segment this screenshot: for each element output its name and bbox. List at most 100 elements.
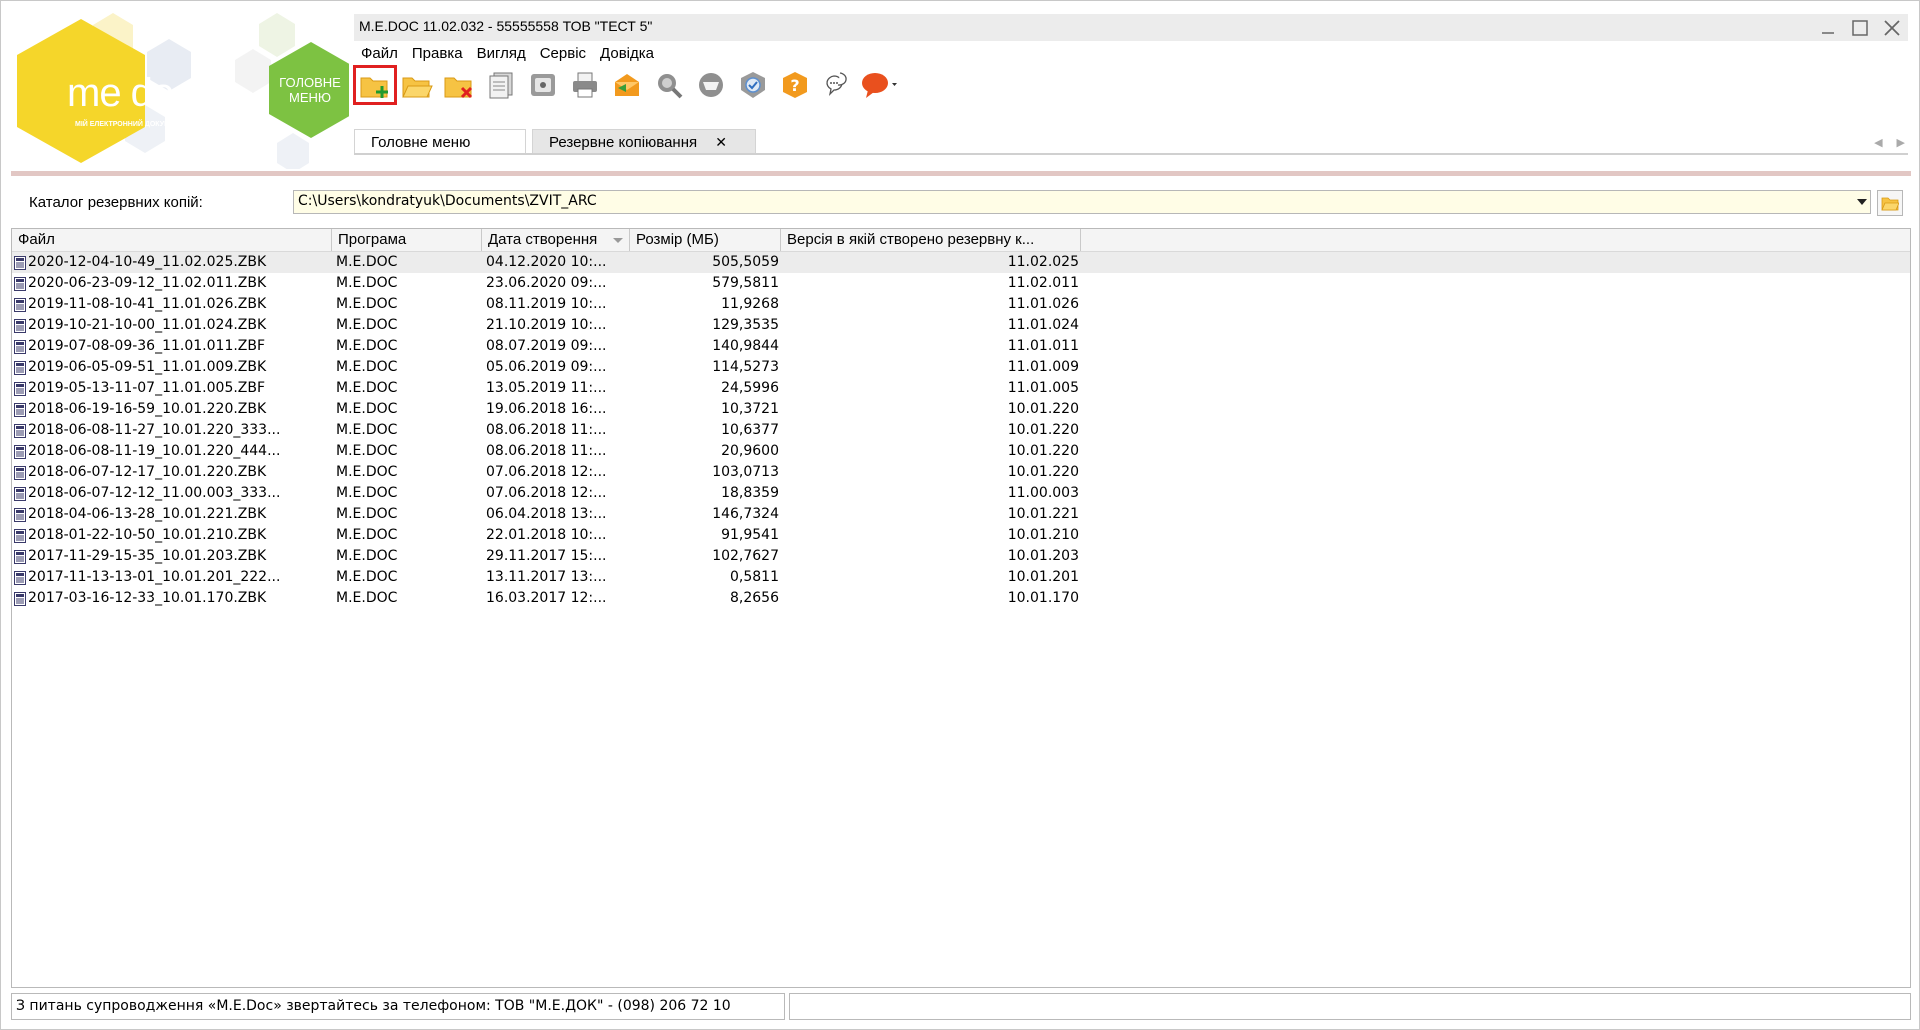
cell-file-name: 2017-03-16-12-33_10.01.170.ZBK — [28, 590, 267, 606]
cell-file-name: 2018-06-08-11-19_10.01.220_444... — [28, 443, 281, 459]
cell-size: 579,5811 — [712, 275, 779, 291]
home-menu-button[interactable]: ГОЛОВНЕ МЕНЮ — [275, 75, 345, 105]
backup-table: Файл Програма Дата створення Розмір (МБ)… — [11, 228, 1911, 988]
archive-button[interactable] — [522, 66, 564, 104]
table-row[interactable]: 2018-06-19-16-59_10.01.220.ZBK M.E.DOC 19.… — [12, 399, 1910, 420]
cell-file-name: 2017-11-29-15-35_10.01.203.ZBK — [28, 548, 267, 564]
tab-close-icon[interactable]: ✕ — [715, 134, 727, 150]
table-row[interactable]: 2019-11-08-10-41_11.01.026.ZBK M.E.DOC 08.… — [12, 294, 1910, 315]
support-button[interactable] — [816, 66, 858, 104]
table-row[interactable]: 2019-07-08-09-36_11.01.011.ZBF M.E.DOC 08.… — [12, 336, 1910, 357]
close-window-button[interactable] — [1880, 16, 1904, 40]
cell-program: M.E.DOC — [336, 401, 398, 417]
table-row[interactable]: 2017-03-16-12-33_10.01.170.ZBK M.E.DOC 16.… — [12, 588, 1910, 609]
menu-file[interactable]: Файл — [354, 43, 405, 65]
cell-version: 10.01.220 — [1007, 443, 1079, 459]
cell-date: 07.06.2018 12:... — [486, 485, 607, 501]
table-row[interactable]: 2020-12-04-10-49_11.02.025.ZBK M.E.DOC 04.… — [12, 252, 1910, 273]
delete-backup-button[interactable] — [438, 66, 480, 104]
search-key-icon — [658, 74, 683, 99]
open-backup-button[interactable] — [396, 66, 438, 104]
cell-file: 2020-06-23-09-12_11.02.011.ZBK — [12, 273, 332, 294]
minimize-button[interactable] — [1816, 16, 1840, 40]
cell-size: 10,6377 — [721, 422, 779, 438]
menu-help[interactable]: Довідка — [593, 43, 661, 65]
cell-version: 11.01.009 — [1007, 359, 1079, 375]
table-row[interactable]: 2019-10-21-10-00_11.01.024.ZBK M.E.DOC 21.… — [12, 315, 1910, 336]
column-header-date[interactable]: Дата створення — [482, 229, 630, 251]
cell-file: 2018-06-19-16-59_10.01.220.ZBK — [12, 399, 332, 420]
documents-icon — [489, 72, 513, 99]
minimize-icon — [1822, 31, 1834, 34]
tab-backup[interactable]: Резервне копіювання ✕ — [532, 129, 756, 154]
cell-file: 2020-12-04-10-49_11.02.025.ZBK — [12, 252, 332, 273]
cell-program: M.E.DOC — [336, 443, 398, 459]
cell-program: M.E.DOC — [336, 590, 398, 606]
backup-file-icon — [14, 507, 26, 522]
cell-file: 2017-11-29-15-35_10.01.203.ZBK — [12, 546, 332, 567]
cell-date: 13.05.2019 11:... — [486, 380, 607, 396]
status-secondary — [789, 993, 1911, 1020]
table-row[interactable]: 2019-05-13-11-07_11.01.005.ZBF M.E.DOC 13.… — [12, 378, 1910, 399]
table-row[interactable]: 2017-11-13-13-01_10.01.201_222... M.E.DOC… — [12, 567, 1910, 588]
cell-version: 11.02.011 — [1007, 275, 1079, 291]
svg-text:?: ? — [790, 76, 799, 95]
table-row[interactable]: 2020-06-23-09-12_11.02.011.ZBK M.E.DOC 23.… — [12, 273, 1910, 294]
column-header-version[interactable]: Версія в якій створено резервну к... — [781, 229, 1081, 251]
tab-scroll-left-icon[interactable]: ◀ — [1874, 136, 1882, 149]
chat-dropdown-button[interactable] — [858, 66, 900, 104]
cell-program: M.E.DOC — [336, 527, 398, 543]
table-row[interactable]: 2018-06-08-11-19_10.01.220_444... M.E.DOC… — [12, 441, 1910, 462]
catalog-path-field[interactable]: C:\Users\kondratyuk\Documents\ZVIT_ARC — [293, 190, 1871, 214]
cell-program: M.E.DOC — [336, 464, 398, 480]
send-button[interactable] — [606, 66, 648, 104]
table-row[interactable]: 2018-04-06-13-28_10.01.221.ZBK M.E.DOC 06.… — [12, 504, 1910, 525]
cell-file: 2019-06-05-09-51_11.01.009.ZBK — [12, 357, 332, 378]
tab-main-menu[interactable]: Головне меню — [354, 129, 526, 154]
menu-edit[interactable]: Правка — [405, 43, 470, 65]
menu-service[interactable]: Сервіс — [533, 43, 593, 65]
cell-date: 07.06.2018 12:... — [486, 464, 607, 480]
cell-size: 103,0713 — [712, 464, 779, 480]
cell-size: 129,3535 — [712, 317, 779, 333]
catalog-dropdown-button[interactable] — [1853, 191, 1871, 213]
column-header-file[interactable]: Файл — [12, 229, 332, 251]
table-row[interactable]: 2017-11-29-15-35_10.01.203.ZBK M.E.DOC 29.… — [12, 546, 1910, 567]
create-backup-button[interactable] — [353, 65, 397, 105]
backup-file-icon — [14, 549, 26, 564]
cell-version: 10.01.220 — [1007, 464, 1079, 480]
documents-button[interactable] — [480, 66, 522, 104]
maximize-button[interactable] — [1848, 16, 1872, 40]
cell-program: M.E.DOC — [336, 296, 398, 312]
cell-file-name: 2018-06-07-12-17_10.01.220.ZBK — [28, 464, 267, 480]
menu-view[interactable]: Вигляд — [470, 43, 533, 65]
logo-area: me doc МІЙ ЕЛЕКТРОННИЙ ДОКУМЕНТ ГОЛОВНЕ … — [9, 9, 349, 169]
column-header-program[interactable]: Програма — [332, 229, 482, 251]
cell-size: 8,2656 — [730, 590, 779, 606]
table-row[interactable]: 2019-06-05-09-51_11.01.009.ZBK M.E.DOC 05.… — [12, 357, 1910, 378]
help-button[interactable]: ? — [774, 66, 816, 104]
security-button[interactable] — [732, 66, 774, 104]
print-button[interactable] — [564, 66, 606, 104]
cell-version: 10.01.221 — [1007, 506, 1079, 522]
table-row[interactable]: 2018-06-08-11-27_10.01.220_333... M.E.DOC… — [12, 420, 1910, 441]
cell-file: 2019-07-08-09-36_11.01.011.ZBF — [12, 336, 332, 357]
speech-bubble-icon — [862, 73, 897, 98]
column-header-date-label: Дата створення — [488, 231, 598, 248]
tab-scroll-right-icon[interactable]: ▶ — [1897, 136, 1905, 149]
catalog-browse-button[interactable] — [1877, 190, 1903, 216]
archive-box-icon — [531, 74, 555, 96]
table-row[interactable]: 2018-06-07-12-17_10.01.220.ZBK M.E.DOC 07.… — [12, 462, 1910, 483]
backup-file-icon — [14, 444, 26, 459]
app-window: me doc МІЙ ЕЛЕКТРОННИЙ ДОКУМЕНТ ГОЛОВНЕ … — [0, 0, 1920, 1030]
inbox-button[interactable] — [690, 66, 732, 104]
column-header-size[interactable]: Розмір (МБ) — [630, 229, 781, 251]
table-row[interactable]: 2018-06-07-12-12_11.00.003_333... M.E.DOC… — [12, 483, 1910, 504]
table-row[interactable]: 2018-01-22-10-50_10.01.210.ZBK M.E.DOC 22.… — [12, 525, 1910, 546]
tab-scroll-arrows: ◀ ▶ — [1874, 136, 1905, 149]
cell-date: 22.01.2018 10:... — [486, 527, 607, 543]
cell-file: 2019-05-13-11-07_11.01.005.ZBF — [12, 378, 332, 399]
cell-version: 11.01.026 — [1007, 296, 1079, 312]
cell-date: 13.11.2017 13:... — [486, 569, 607, 585]
key-search-button[interactable] — [648, 66, 690, 104]
